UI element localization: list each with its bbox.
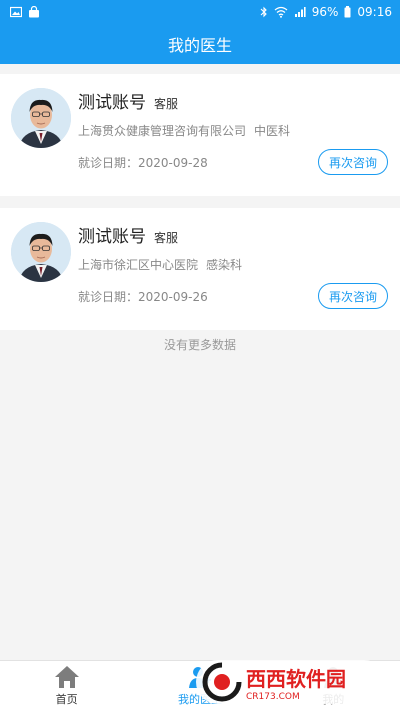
doctor-department: 感染科 — [206, 258, 243, 272]
doctor-hospital: 上海市徐汇区中心医院 — [78, 258, 199, 272]
doctor-card[interactable]: 测试账号 客服 上海市徐汇区中心医院 感染科 就诊日期：2020-09-26 再次… — [0, 208, 400, 330]
visit-date: 就诊日期：2020-09-26 — [78, 290, 208, 304]
tab-label: 首页 — [55, 692, 78, 706]
doctor-portrait-icon — [11, 88, 71, 148]
doctor-department: 中医科 — [254, 124, 291, 138]
doctor-affiliation: 上海市徐汇区中心医院 感染科 — [78, 256, 242, 273]
shopping-bag-icon — [29, 6, 39, 18]
visit-date: 就诊日期：2020-09-28 — [78, 156, 208, 170]
consult-again-button[interactable]: 再次咨询 — [318, 149, 388, 175]
clock: 09:16 — [357, 5, 392, 19]
watermark-url: CR173.COM — [246, 691, 300, 702]
page-title: 我的医生 — [167, 36, 232, 55]
watermark-c-icon — [202, 662, 242, 702]
doctor-card[interactable]: 测试账号 客服 上海贯众健康管理咨询有限公司 中医科 就诊日期：2020-09-2… — [0, 74, 400, 196]
doctor-title: 客服 — [154, 97, 179, 111]
image-notification-icon — [10, 6, 22, 18]
consult-again-button[interactable]: 再次咨询 — [318, 283, 388, 309]
doctor-name: 测试账号 — [78, 227, 146, 247]
battery-icon — [344, 6, 351, 18]
app-header: 我的医生 — [0, 24, 400, 64]
doctor-avatar — [11, 88, 71, 148]
bluetooth-icon — [260, 6, 267, 18]
doctor-title: 客服 — [154, 231, 179, 245]
signal-icon — [294, 7, 306, 17]
doctor-list: 测试账号 客服 上海贯众健康管理咨询有限公司 中医科 就诊日期：2020-09-2… — [0, 64, 400, 330]
watermark-logo: 西西软件园 CR173.COM — [196, 660, 386, 704]
battery-percent: 96% — [311, 5, 339, 19]
doctor-hospital: 上海贯众健康管理咨询有限公司 — [78, 124, 247, 138]
doctor-avatar — [11, 222, 71, 282]
doctor-name: 测试账号 — [78, 93, 146, 113]
status-bar: 96% 09:16 — [0, 0, 400, 24]
home-icon — [54, 665, 79, 688]
doctor-portrait-icon — [11, 222, 71, 282]
list-end-text: 没有更多数据 — [163, 338, 236, 352]
watermark-brand: 西西软件园 — [246, 666, 346, 691]
wifi-icon — [274, 6, 288, 18]
tab-home[interactable]: 首页 — [0, 661, 133, 710]
doctor-affiliation: 上海贯众健康管理咨询有限公司 中医科 — [78, 122, 290, 139]
